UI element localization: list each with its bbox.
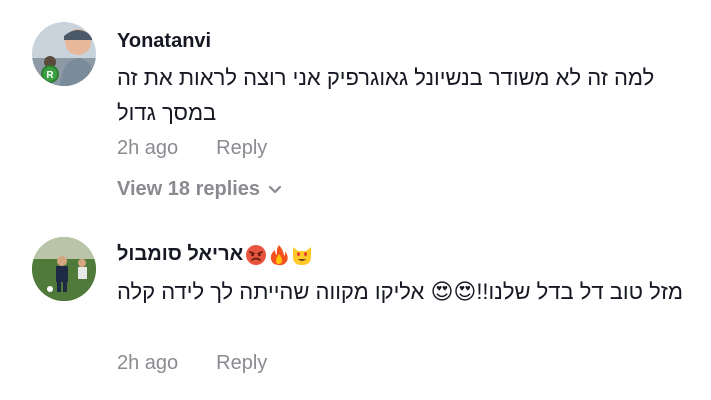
avatar-photo-icon [32,237,96,301]
comment-text: מזל טוב דל בדל שלנו!!😍😍 אליקו מקווה שהיי… [117,279,683,304]
fire-emoji-icon [271,244,288,265]
comment-meta: 2h ago Reply [117,137,267,160]
heart-eyes-cat-emoji-icon [293,246,312,265]
username-text: אריאל סומבול [117,243,244,265]
angry-face-emoji-icon [246,244,267,265]
avatar-badge-text: R [46,70,54,81]
reply-button[interactable]: Reply [216,352,267,375]
view-replies-label: View 18 replies [117,178,261,200]
comment-timestamp: 2h ago [117,352,179,374]
reply-button[interactable]: Reply [216,137,267,160]
avatar[interactable]: R [32,22,96,86]
comment-username[interactable]: אריאל סומבול [117,243,313,266]
chevron-down-icon [268,185,282,193]
comment-username[interactable]: Yonatanvi [117,30,211,53]
comment-text: למה זה לא משודר בנשיונל גאוגרפיק אני רוצ… [117,65,655,125]
avatar-photo-icon: R [32,22,96,86]
comment-meta: 2h ago Reply [117,352,267,375]
view-replies-button[interactable]: View 18 replies [117,178,282,201]
avatar[interactable] [32,237,96,301]
comment-timestamp: 2h ago [117,137,179,159]
